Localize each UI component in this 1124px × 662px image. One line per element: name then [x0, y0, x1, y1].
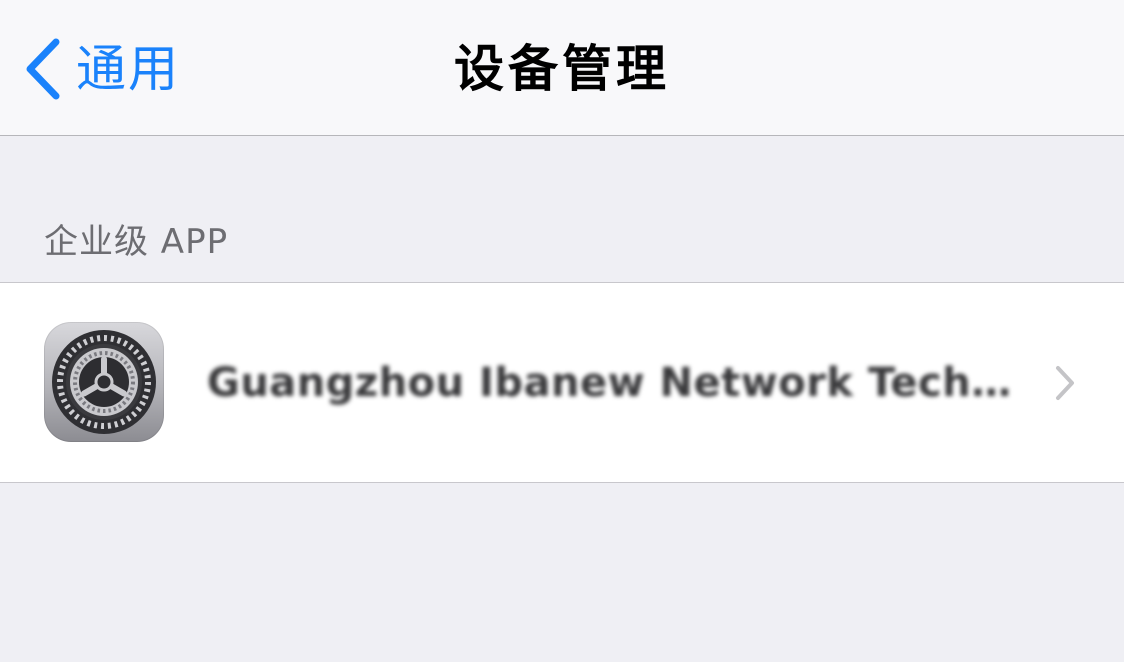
chevron-right-icon — [1056, 366, 1074, 400]
page-title: 设备管理 — [454, 40, 670, 98]
list-item-profile[interactable]: Guangzhou Ibanew Network Technology Co.,… — [0, 283, 1124, 482]
enterprise-app-list: Guangzhou Ibanew Network Technology Co.,… — [0, 282, 1124, 483]
navigation-bar: 通用 设备管理 — [0, 0, 1124, 136]
section-header: 企业级 APP — [44, 222, 229, 262]
profile-name: Guangzhou Ibanew Network Technology Co.,… — [207, 360, 1037, 406]
settings-gear-icon — [44, 322, 164, 442]
